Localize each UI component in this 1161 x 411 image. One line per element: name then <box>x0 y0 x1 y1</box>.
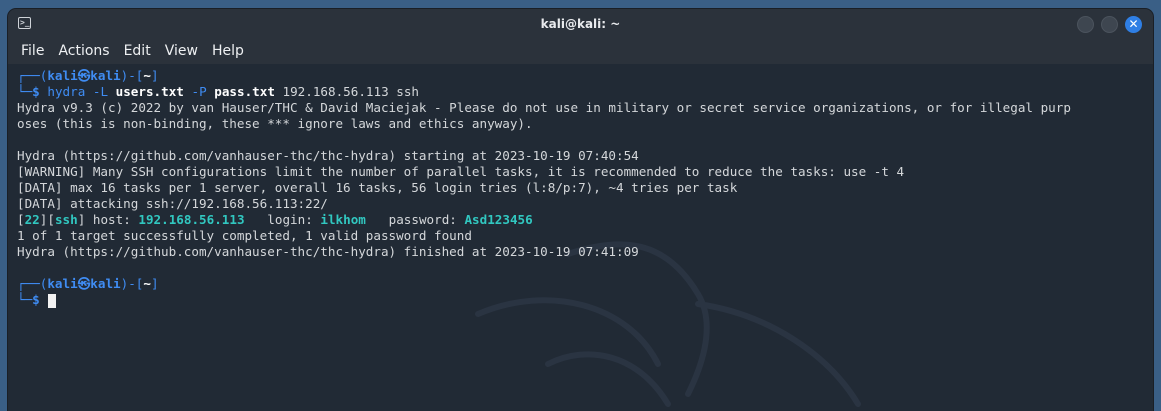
prompt-line-1: ┌──(kali㉿kali)-[~] <box>17 68 159 83</box>
prompt-at: ㉿ <box>77 276 91 291</box>
menu-file[interactable]: File <box>14 39 51 64</box>
input-line[interactable]: └─$ <box>17 292 1153 308</box>
window-title: kali@kali: ~ <box>540 17 621 31</box>
result-host: 192.168.56.113 <box>138 212 245 227</box>
prompt-sigil: $ <box>32 84 40 99</box>
output-line: [DATA] max 16 tasks per 1 server, overal… <box>17 180 738 195</box>
result-password-label: password: <box>388 212 457 227</box>
terminal-window: >_ kali@kali: ~ ✕ File Actions Edit View… <box>8 9 1153 411</box>
result-login: ilkhom <box>320 212 366 227</box>
title-bar[interactable]: >_ kali@kali: ~ ✕ <box>8 9 1153 39</box>
menu-help[interactable]: Help <box>205 39 251 64</box>
result-host-label: host: <box>92 212 131 227</box>
result-line: [22][ssh] host: 192.168.56.113 login: il… <box>17 212 533 227</box>
minimize-icon[interactable] <box>1077 16 1094 33</box>
terminal-output[interactable]: ┌──(kali㉿kali)-[~] └─$ hydra -L users.tx… <box>8 64 1153 411</box>
result-port: 22 <box>24 212 40 227</box>
prompt-sigil: $ <box>32 292 40 307</box>
output-line: Hydra v9.3 (c) 2022 by van Hauser/THC & … <box>17 100 1071 115</box>
command-flag-l: -L <box>92 84 109 99</box>
prompt-user: kali <box>47 276 78 291</box>
prompt-at: ㉿ <box>77 68 91 83</box>
prompt-user: kali <box>47 68 78 83</box>
prompt-path: ~ <box>143 68 151 83</box>
command-target: 192.168.56.113 <box>282 84 389 99</box>
command-pass-file: pass.txt <box>214 84 275 99</box>
output-line: [DATA] attacking ssh://192.168.56.113:22… <box>17 196 328 211</box>
output-line: 1 of 1 target successfully completed, 1 … <box>17 228 472 243</box>
command-flag-p: -P <box>191 84 207 99</box>
command-users-file: users.txt <box>115 84 184 99</box>
command-line: └─$ hydra -L users.txt -P pass.txt 192.1… <box>17 84 420 99</box>
command-name: hydra <box>47 84 86 99</box>
menu-bar: File Actions Edit View Help <box>8 39 1153 64</box>
menu-edit[interactable]: Edit <box>117 39 158 64</box>
output-warning-line: [WARNING] Many SSH configurations limit … <box>17 164 905 179</box>
menu-actions[interactable]: Actions <box>51 39 116 64</box>
menu-view[interactable]: View <box>158 39 205 64</box>
command-service: ssh <box>396 84 420 99</box>
prompt-line-2: ┌──(kali㉿kali)-[~] <box>17 276 159 291</box>
close-icon[interactable]: ✕ <box>1125 16 1142 33</box>
prompt-path: ~ <box>143 276 151 291</box>
prompt-host: kali <box>90 68 121 83</box>
output-line: oses (this is non-binding, these *** ign… <box>17 116 533 131</box>
result-password: Asd123456 <box>464 212 533 227</box>
maximize-icon[interactable] <box>1101 16 1118 33</box>
result-login-label: login: <box>267 212 313 227</box>
text-cursor <box>48 293 57 308</box>
output-line: Hydra (https://github.com/vanhauser-thc/… <box>17 244 639 259</box>
output-line: Hydra (https://github.com/vanhauser-thc/… <box>17 148 639 163</box>
prompt-host: kali <box>90 276 121 291</box>
result-service: ssh <box>54 212 78 227</box>
